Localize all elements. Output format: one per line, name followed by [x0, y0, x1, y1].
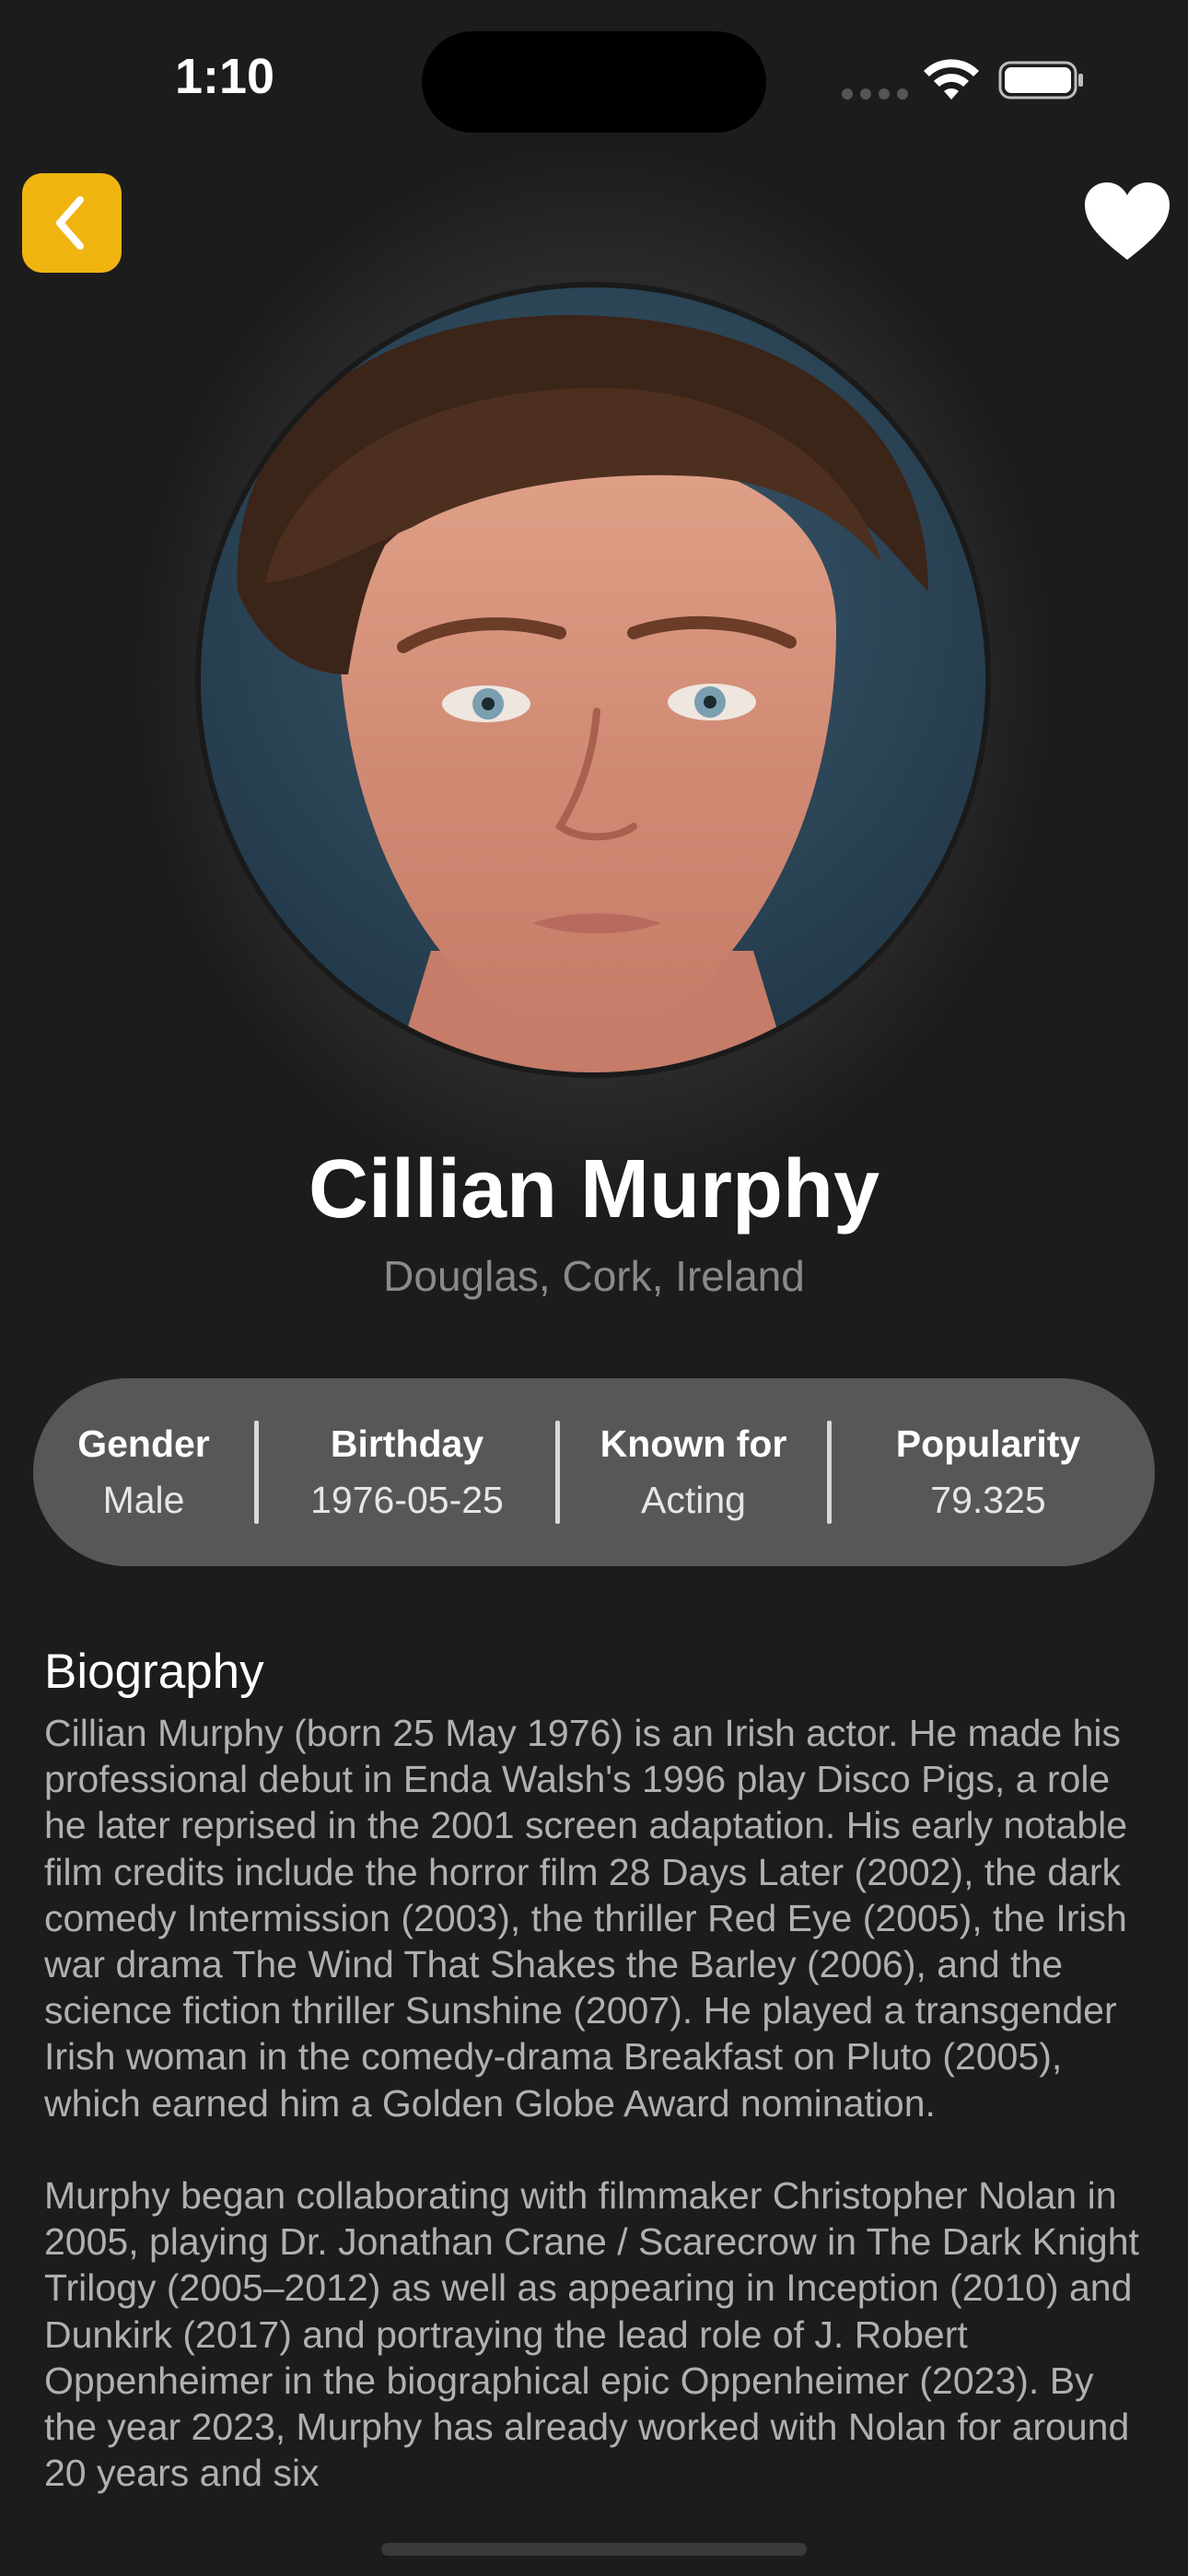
stat-gender: Gender Male	[33, 1378, 254, 1566]
actor-name: Cillian Murphy	[308, 1143, 880, 1235]
home-indicator[interactable]	[381, 2543, 807, 2556]
stat-value: 79.325	[930, 1479, 1046, 1521]
actor-birthplace: Douglas, Cork, Ireland	[383, 1252, 805, 1300]
stat-value: 1976-05-25	[310, 1479, 504, 1521]
biography-heading: Biography	[44, 1645, 264, 1699]
actor-portrait-illustration	[201, 287, 985, 1072]
dynamic-island	[422, 31, 766, 133]
stat-value: Male	[102, 1479, 185, 1521]
biography-paragraph: Murphy began collaborating with filmmake…	[44, 2174, 1149, 2495]
stat-birthday: Birthday 1976-05-25	[259, 1378, 555, 1566]
stat-popularity: Popularity 79.325	[832, 1378, 1145, 1566]
stat-known-for: Known for Acting	[560, 1378, 827, 1566]
stat-label: Popularity	[895, 1423, 1081, 1465]
chevron-left-icon	[56, 196, 84, 250]
biography-text: Cillian Murphy (born 25 May 1976) is an …	[44, 1710, 1149, 2496]
stat-value: Acting	[641, 1479, 746, 1521]
status-time: 1:10	[175, 49, 275, 104]
cellular-signal-icon	[842, 88, 908, 100]
actor-stats-card: Gender Male Birthday 1976-05-25 Known fo…	[33, 1378, 1155, 1566]
battery-icon	[998, 61, 1083, 100]
stat-label: Birthday	[330, 1423, 484, 1465]
actor-profile-photo	[195, 282, 991, 1078]
stat-label: Gender	[77, 1423, 210, 1465]
favorite-heart-button[interactable]	[1083, 181, 1171, 263]
stat-label: Known for	[600, 1423, 787, 1465]
back-button[interactable]	[22, 173, 122, 273]
wifi-icon	[924, 59, 979, 100]
biography-paragraph: Cillian Murphy (born 25 May 1976) is an …	[44, 1712, 1138, 2125]
